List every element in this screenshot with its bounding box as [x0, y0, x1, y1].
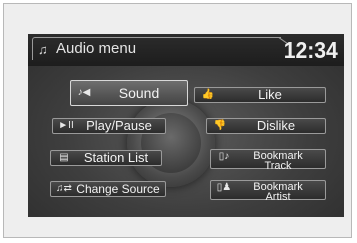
station-list-label: Station List [83, 150, 149, 165]
play-pause-label: Play/Pause [86, 118, 152, 133]
thumbs-down-icon: 👎 [213, 120, 227, 131]
audio-menu-screen: ♫ Audio menu 12:34 ♪◀ Sound 👍 Like ►II P… [28, 34, 344, 217]
title-bar: ♫ Audio menu 12:34 [28, 34, 344, 66]
play-pause-button[interactable]: ►II Play/Pause [52, 118, 166, 134]
bookmark-track-label: Bookmark Track [235, 151, 321, 172]
change-source-button[interactable]: ♫⇄ Change Source [50, 181, 166, 197]
bookmark-track-line2: Track [264, 160, 292, 172]
bookmark-artist-line2: Artist [265, 191, 291, 203]
change-source-icon: ♫⇄ [56, 183, 72, 194]
list-icon: ▤ [59, 152, 69, 163]
clock: 12:34 [283, 37, 338, 63]
music-note-icon: ♫ [38, 42, 48, 57]
bookmark-track-button[interactable]: ▯♪ Bookmark Track [210, 149, 326, 172]
station-list-button[interactable]: ▤ Station List [50, 150, 162, 166]
change-source-label: Change Source [76, 182, 160, 196]
bookmark-track-icon: ▯♪ [218, 151, 230, 162]
page-title: Audio menu [56, 40, 137, 57]
speaker-icon: ♪◀ [77, 87, 91, 98]
like-button[interactable]: 👍 Like [194, 87, 326, 103]
like-label: Like [258, 87, 282, 102]
figure-frame: ♫ Audio menu 12:34 ♪◀ Sound 👍 Like ►II P… [3, 3, 352, 238]
thumbs-up-icon: 👍 [201, 89, 215, 100]
bookmark-artist-button[interactable]: ▯♟ Bookmark Artist [210, 180, 326, 203]
bookmark-artist-label: Bookmark Artist [235, 182, 321, 203]
bookmark-artist-icon: ▯♟ [216, 182, 232, 193]
play-pause-icon: ►II [58, 120, 74, 131]
selector-knob[interactable] [127, 99, 215, 187]
sound-label: Sound [118, 85, 160, 101]
dislike-button[interactable]: 👎 Dislike [206, 118, 326, 134]
sound-button[interactable]: ♪◀ Sound [70, 80, 188, 106]
dislike-label: Dislike [256, 118, 296, 133]
